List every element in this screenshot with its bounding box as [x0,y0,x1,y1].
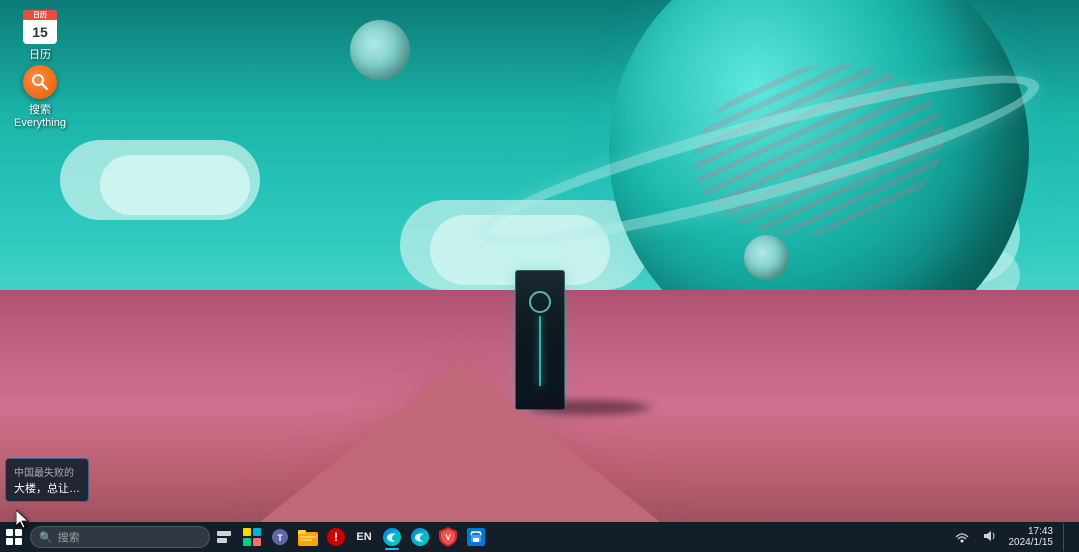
store-icon [466,527,486,547]
language-button[interactable]: EN [350,522,378,552]
monolith [515,270,565,410]
language-indicator: EN [353,529,374,545]
notification-popup: 中国最失败的 大楼，总让… [5,458,89,502]
notification-title: 中国最失败的 [14,464,80,479]
desktop: 日历 15 日历 搜索 Everything 中国最失败的 大楼，总让… [0,0,1079,552]
everything-label-sub: 搜索 [29,104,51,117]
antivirus-icon: ! [326,527,346,547]
notification-body: 大楼，总让… [14,480,80,496]
antivirus-button[interactable]: ! [322,522,350,552]
search-placeholder: 搜索 [58,529,80,545]
network-tray-icon[interactable] [951,527,973,548]
desktop-icon-calendar[interactable]: 日历 15 日历 [5,5,75,66]
taskbar-search[interactable]: 🔍 搜索 [30,526,210,548]
moon-small-1 [350,20,410,80]
edge-icon [382,527,402,547]
file-explorer-icon [298,528,318,546]
everything-icon-img [22,64,58,100]
clock-time: 17:43 [1009,526,1054,537]
cloud-2 [100,155,250,215]
windows-icon [6,529,22,545]
calendar-day: 15 [23,20,57,44]
svg-text:!: ! [334,530,338,544]
volume-tray-icon[interactable] [979,527,999,548]
edge-browser-button[interactable] [378,522,406,552]
system-clock[interactable]: 17:43 2024/1/15 [1005,524,1058,550]
edge-browser-button-2[interactable] [406,522,434,552]
everything-label: Everything [14,117,66,130]
svg-text:V: V [445,533,451,542]
calendar-month: 日历 [23,10,57,20]
system-tray: 17:43 2024/1/15 [951,523,1079,551]
calendar-icon-img: 日历 15 [22,9,58,45]
everything-icon [23,65,57,99]
svg-text:T: T [277,533,283,543]
store-button[interactable] [462,522,490,552]
widgets-button[interactable] [238,522,266,552]
vpn-button[interactable]: V [434,522,462,552]
taskview-button[interactable] [210,522,238,552]
show-desktop-button[interactable] [1063,523,1069,551]
file-explorer-button[interactable] [294,522,322,552]
vpn-icon: V [439,527,457,547]
widgets-icon [243,528,261,546]
mountain [260,362,660,522]
desktop-icon-everything[interactable]: 搜索 Everything [5,60,75,134]
chat-button[interactable]: T [266,522,294,552]
monolith-shadow [530,400,650,415]
search-icon: 🔍 [39,531,53,544]
calendar-icon: 日历 15 [23,10,57,44]
taskview-icon [217,531,231,543]
clock-date: 2024/1/15 [1009,537,1054,548]
edge-icon-2 [410,527,430,547]
moon-small-2 [744,235,789,280]
chat-icon: T [270,527,290,547]
start-button[interactable] [0,522,28,552]
taskbar: 🔍 搜索 T [0,522,1079,552]
